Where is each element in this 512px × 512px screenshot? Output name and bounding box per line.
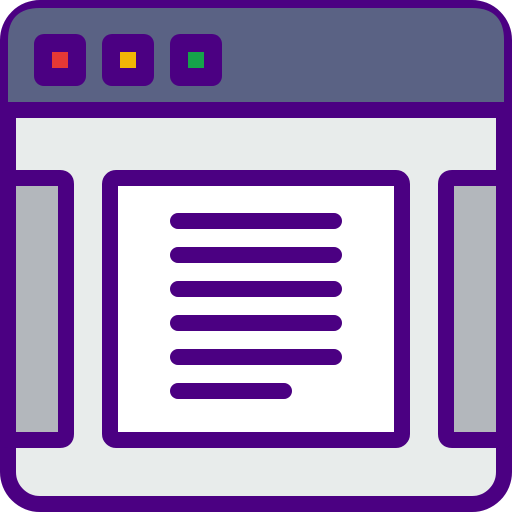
right-side-panel	[438, 170, 512, 448]
window-controls	[34, 34, 222, 86]
minimize-dot-icon	[120, 52, 136, 68]
title-bar-divider	[8, 102, 504, 118]
browser-window-icon	[0, 0, 512, 512]
maximize-dot-icon	[188, 52, 204, 68]
left-side-panel	[0, 170, 74, 448]
close-dot-icon	[52, 52, 68, 68]
browser-window-svg	[0, 0, 512, 512]
